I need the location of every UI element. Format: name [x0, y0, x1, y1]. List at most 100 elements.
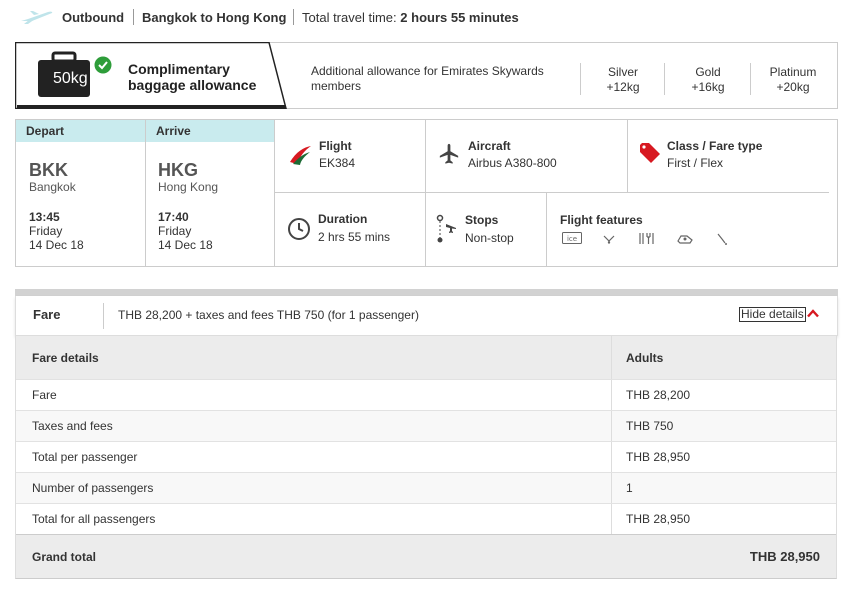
arrive-info: HKG Hong Kong	[158, 160, 218, 194]
table-header-row: Fare details Adults	[16, 336, 836, 379]
class-block: Class / Fare type First / Flex	[667, 139, 762, 170]
duration-value: 2 hrs 55 mins	[318, 230, 391, 244]
col-divider	[274, 120, 275, 266]
row-label: Fare	[16, 380, 612, 410]
row-value: THB 750	[626, 419, 674, 433]
tier-silver: Silver +12kg	[591, 65, 655, 95]
row-label: Taxes and fees	[16, 411, 612, 441]
total-travel-time: Total travel time: 2 hours 55 minutes	[302, 10, 519, 25]
depart-time-block: 13:45 Friday 14 Dec 18	[29, 210, 84, 252]
tier-value: +16kg	[691, 80, 725, 94]
row-value: THB 28,950	[626, 450, 691, 464]
arrive-header: Arrive	[146, 120, 274, 142]
flight-features-label: Flight features	[560, 213, 643, 227]
lounge-icon	[677, 235, 693, 244]
grand-total-value: THB 28,950	[749, 549, 820, 564]
skywards-line2: members	[311, 79, 362, 93]
depart-day: Friday	[29, 224, 63, 238]
baggage-title: Complimentary baggage allowance	[128, 61, 256, 93]
row-divider	[275, 192, 829, 193]
grand-total-row: Grand total THB 28,950	[16, 534, 836, 578]
col-divider	[546, 193, 547, 266]
arrive-time: 17:40	[158, 210, 189, 224]
table-row: Total for all passengers THB 28,950	[16, 503, 836, 534]
fare-bar-top	[15, 289, 838, 296]
depart-city: Bangkok	[29, 180, 76, 194]
emirates-logo-icon	[290, 146, 311, 165]
shower-icon	[717, 233, 727, 245]
tier-name: Silver	[607, 65, 638, 79]
fare-summary: THB 28,200 + taxes and fees THB 750 (for…	[118, 308, 419, 322]
svg-text:ice: ice	[567, 235, 577, 243]
column-header-fare-details: Fare details	[16, 336, 612, 379]
arrive-day: Friday	[158, 224, 192, 238]
skywards-allowance-text: Additional allowance for Emirates Skywar…	[311, 64, 561, 94]
tier-gold: Gold +16kg	[676, 65, 740, 95]
baggage-weight: 50kg	[53, 70, 88, 87]
tier-value: +20kg	[776, 80, 810, 94]
arrive-date: 14 Dec 18	[158, 238, 213, 252]
arrive-time-block: 17:40 Friday 14 Dec 18	[158, 210, 213, 252]
depart-date: 14 Dec 18	[29, 238, 84, 252]
stops-value: Non-stop	[465, 231, 514, 245]
outbound-label: Outbound	[62, 10, 125, 25]
aircraft-label: Aircraft	[468, 139, 511, 153]
flight-label: Flight	[319, 139, 352, 153]
flight-number: EK384	[319, 156, 356, 170]
row-value: THB 28,950	[626, 512, 691, 526]
route-title: Bangkok to Hong Kong	[142, 10, 287, 25]
duration-label: Duration	[318, 212, 368, 226]
column-header-adults: Adults	[626, 350, 664, 365]
aircraft-icon	[439, 143, 459, 164]
tier-value: +12kg	[606, 80, 640, 94]
baggage-title-line1: Complimentary	[128, 61, 230, 77]
wifi-icon	[603, 235, 615, 244]
dining-icon	[639, 233, 654, 244]
table-row: Total per passenger THB 28,950	[16, 441, 836, 472]
fare-label: Fare	[33, 307, 61, 322]
class-label: Class / Fare type	[667, 139, 763, 153]
ice-icon: ice	[562, 232, 582, 244]
col-divider	[145, 120, 146, 266]
table-row: Number of passengers 1	[16, 472, 836, 503]
skywards-line1: Additional allowance for Emirates Skywar…	[311, 64, 544, 78]
class-value: First / Flex	[667, 156, 723, 170]
travel-time-value: 2 hours 55 minutes	[400, 10, 519, 25]
itinerary-header: Outbound Bangkok to Hong Kong Total trav…	[0, 0, 850, 34]
row-label: Total for all passengers	[16, 504, 612, 534]
tier-divider	[750, 63, 751, 95]
flight-number-block: Flight EK384	[319, 139, 355, 170]
row-label: Number of passengers	[16, 473, 612, 503]
tier-divider	[664, 63, 665, 95]
row-value: THB 28,200	[626, 388, 691, 402]
chevron-up-icon[interactable]	[807, 309, 819, 318]
hide-details-button[interactable]: Hide details	[739, 307, 806, 322]
col-divider	[627, 120, 628, 192]
travel-time-label: Total travel time:	[302, 10, 397, 25]
flight-features-icons: ice	[562, 232, 732, 246]
grand-total-label: Grand total	[32, 549, 97, 564]
arrive-city: Hong Kong	[158, 180, 219, 194]
baggage-title-line2: baggage allowance	[128, 77, 257, 93]
header-divider	[133, 9, 134, 25]
depart-info: BKK Bangkok	[29, 160, 76, 194]
table-row: Taxes and fees THB 750	[16, 410, 836, 441]
fare-details-table: Fare details Adults Fare THB 28,200 Taxe…	[15, 336, 837, 579]
stops-icon	[436, 214, 456, 243]
aircraft-model: Airbus A380-800	[468, 156, 557, 170]
plane-icon	[21, 11, 53, 24]
check-icon	[94, 56, 112, 74]
depart-header: Depart	[16, 120, 145, 142]
table-row: Fare THB 28,200	[16, 379, 836, 410]
tier-name: Gold	[695, 65, 721, 79]
fare-divider	[103, 303, 104, 329]
header-divider	[293, 9, 294, 25]
arrive-code: HKG	[158, 160, 198, 180]
duration-block: Duration 2 hrs 55 mins	[318, 212, 390, 244]
aircraft-block: Aircraft Airbus A380-800	[468, 139, 557, 170]
stops-label: Stops	[465, 213, 499, 227]
tier-name: Platinum	[769, 65, 817, 79]
depart-time: 13:45	[29, 210, 60, 224]
stops-block: Stops Non-stop	[465, 213, 514, 245]
clock-icon	[288, 218, 310, 240]
